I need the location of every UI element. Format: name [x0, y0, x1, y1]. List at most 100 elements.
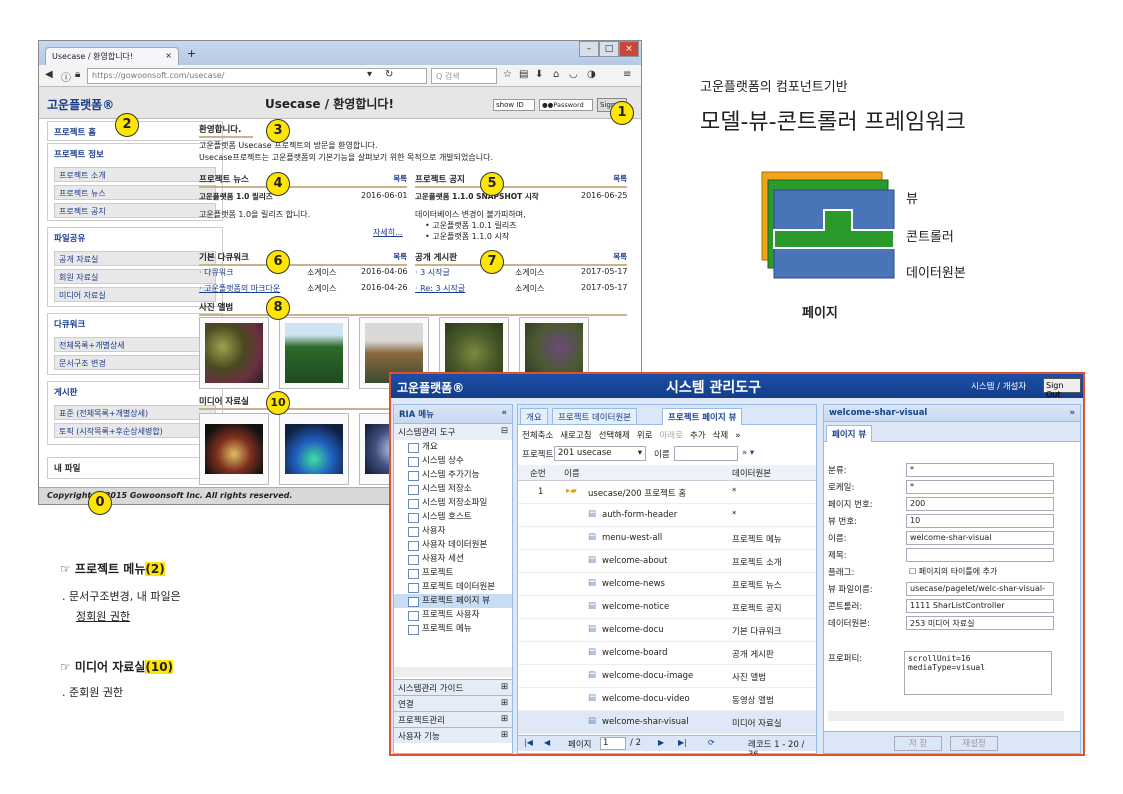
reload-icon[interactable]: ↻	[385, 69, 393, 80]
minimize-icon[interactable]: –	[579, 41, 599, 57]
notice-more-link[interactable]: 목록	[613, 173, 627, 184]
expand-plus-icon[interactable]: ⊞	[501, 714, 508, 724]
expand-plus-icon[interactable]: ⊞	[501, 730, 508, 740]
property-value[interactable]: *	[906, 463, 1054, 477]
tree-scrollbar[interactable]	[394, 667, 512, 677]
tree-item[interactable]: 프로젝트 사용자	[394, 608, 512, 622]
url-input[interactable]: https://gowoonsoft.com/usecase/	[87, 68, 427, 84]
name-filter-input[interactable]	[674, 446, 738, 461]
dropdown-icon[interactable]: ▾	[367, 69, 372, 80]
last-page-icon[interactable]: ▶|	[678, 738, 687, 747]
board-row-1-name[interactable]: · 3 시작글	[415, 267, 450, 278]
table-row[interactable]: ▤ welcome-about 프로젝트 소개	[518, 550, 816, 573]
table-row[interactable]: ▤ welcome-board 공개 게시판	[518, 642, 816, 665]
tree-item[interactable]: 시스템 호스트	[394, 510, 512, 524]
col-order-header[interactable]: 순번	[530, 467, 546, 479]
minus-icon[interactable]: ⊟	[501, 426, 508, 436]
project-select[interactable]: 201 usecase ▾	[554, 446, 646, 461]
toolbar-button[interactable]: 아래로	[659, 431, 682, 441]
next-page-icon[interactable]: ▶	[658, 738, 664, 747]
sign-out-button[interactable]: Sign Out	[1043, 378, 1081, 399]
tree-item[interactable]: 프로젝트 메뉴	[394, 622, 512, 636]
toolbar-button[interactable]: 전체축소	[522, 431, 553, 441]
sidebar-item-full-list[interactable]: 전체목록+개별상세	[54, 337, 216, 352]
board-more-link[interactable]: 목록	[613, 251, 627, 262]
property-value[interactable]: 200	[906, 497, 1054, 511]
sidebar-item-project-notice[interactable]: 프로젝트 공지	[54, 203, 216, 218]
tree-item[interactable]: 사용자	[394, 524, 512, 538]
property-value[interactable]: ☐ 페이지의 타이틀에 추가	[906, 565, 1054, 579]
table-row[interactable]: ▤ welcome-shar-visual 미디어 자료실	[518, 711, 816, 734]
library-icon[interactable]: ▤	[519, 69, 528, 80]
table-row[interactable]: ▤ auth-form-header *	[518, 504, 816, 527]
expand-plus-icon[interactable]: ⊞	[501, 682, 508, 692]
sidebar-item-member-files[interactable]: 회원 자료실	[54, 269, 216, 284]
property-value[interactable]: 1111 SharListController	[906, 599, 1054, 613]
toolbar-button[interactable]: 삭제	[713, 431, 729, 441]
toolbar-button[interactable]: 선택해제	[599, 431, 630, 441]
sidebar-item-standard-board[interactable]: 표준 (전체목록+개별상세)	[54, 405, 216, 420]
table-row[interactable]: ▤ welcome-docu-video 동영상 앨범	[518, 688, 816, 711]
browser-tab[interactable]: Usecase / 환영합니다! ×	[45, 47, 179, 65]
sidebar-item-doc-structure[interactable]: 문서구조 변경	[54, 355, 216, 370]
tab-project-page-view[interactable]: 프로젝트 페이지 뷰	[662, 408, 743, 425]
tree-item[interactable]: 개요	[394, 440, 512, 454]
extension-icon[interactable]: ◑	[587, 69, 596, 80]
col-name-header[interactable]: 이름	[564, 467, 580, 479]
tree-item[interactable]: 프로젝트 데이터원본	[394, 580, 512, 594]
tab-project-datasource[interactable]: 프로젝트 데이터원본	[552, 408, 638, 425]
media-thumbnail[interactable]	[199, 413, 269, 485]
property-textarea[interactable]: scrollUnit=16 mediaType=visual	[904, 651, 1052, 695]
tree-item[interactable]: 사용자 데이터원본	[394, 538, 512, 552]
property-value[interactable]	[906, 548, 1054, 562]
tab-page-view[interactable]: 페이지 뷰	[826, 425, 873, 442]
sidebar-item-topic-board[interactable]: 토픽 (시작목록+후순상세병합)	[54, 423, 216, 438]
property-value[interactable]: usecase/pagelet/welc-shar-visual-	[906, 582, 1054, 596]
login-password-input[interactable]: ●●Password	[539, 99, 593, 111]
page-number-input[interactable]: 1	[600, 737, 626, 750]
save-button[interactable]: 저 장	[894, 736, 942, 751]
filter-more-icon[interactable]: » ▾	[742, 448, 754, 458]
table-row[interactable]: ▤ welcome-docu 기본 다큐워크	[518, 619, 816, 642]
toolbar-button[interactable]: 위로	[637, 431, 653, 441]
maximize-icon[interactable]: □	[599, 41, 619, 57]
accordion-item[interactable]: 연결 ⊞	[394, 695, 512, 711]
sidebar-my-files[interactable]: 내 파일	[47, 457, 223, 479]
notice-item-title[interactable]: 고운플랫폼 1.1.0 SNAPSHOT 시작	[415, 191, 539, 202]
table-row[interactable]: ▤ welcome-docu-image 사진 앨범	[518, 665, 816, 688]
docu-row-1-name[interactable]: · 다큐워크	[199, 267, 234, 278]
property-value[interactable]: welcome-shar-visual	[906, 531, 1054, 545]
tree-item[interactable]: 프로젝트 페이지 뷰	[394, 594, 512, 608]
first-page-icon[interactable]: |◀	[524, 738, 533, 747]
tree-item[interactable]: 사용자 세션	[394, 552, 512, 566]
bookmark-star-icon[interactable]: ☆	[503, 69, 512, 80]
reset-button[interactable]: 재설정	[950, 736, 998, 751]
toolbar-button[interactable]: 새로고침	[560, 431, 591, 441]
docu-more-link[interactable]: 목록	[393, 251, 407, 262]
tree-item[interactable]: 시스템 추가기능	[394, 468, 512, 482]
login-id-input[interactable]: show ID	[493, 99, 535, 111]
accordion-item[interactable]: 시스템관리 가이드 ⊞	[394, 679, 512, 695]
close-tab-icon[interactable]: ×	[165, 51, 172, 60]
sidebar-item-public-files[interactable]: 공개 자료실	[54, 251, 216, 266]
pocket-icon[interactable]: ◡	[569, 69, 578, 80]
tree-item[interactable]: 시스템 저장소	[394, 482, 512, 496]
tree-item[interactable]: 시스템 저장소파일	[394, 496, 512, 510]
photo-thumbnail[interactable]	[199, 317, 269, 389]
media-thumbnail[interactable]	[279, 413, 349, 485]
tree-root[interactable]: 시스템관리 도구 ⊟	[394, 424, 512, 440]
table-row[interactable]: ▤ welcome-news 프로젝트 뉴스	[518, 573, 816, 596]
board-row-2-name[interactable]: · Re: 3 시작글	[415, 283, 465, 294]
menu-icon[interactable]: ≡	[623, 69, 631, 80]
back-icon[interactable]: ◀	[45, 69, 53, 80]
col-datasource-header[interactable]: 데이터원본	[732, 467, 771, 479]
search-input[interactable]: Q 검색	[431, 68, 497, 84]
photo-thumbnail[interactable]	[279, 317, 349, 389]
close-window-icon[interactable]: ×	[619, 41, 639, 57]
table-row[interactable]: ▤ welcome-notice 프로젝트 공지	[518, 596, 816, 619]
sidebar-item-project-news[interactable]: 프로젝트 뉴스	[54, 185, 216, 200]
new-tab-icon[interactable]: +	[187, 47, 196, 60]
brand-logo[interactable]: 고운플랫폼®	[47, 96, 114, 113]
refresh-icon[interactable]: ⟳	[708, 738, 715, 747]
tree-item[interactable]: 프로젝트	[394, 566, 512, 580]
